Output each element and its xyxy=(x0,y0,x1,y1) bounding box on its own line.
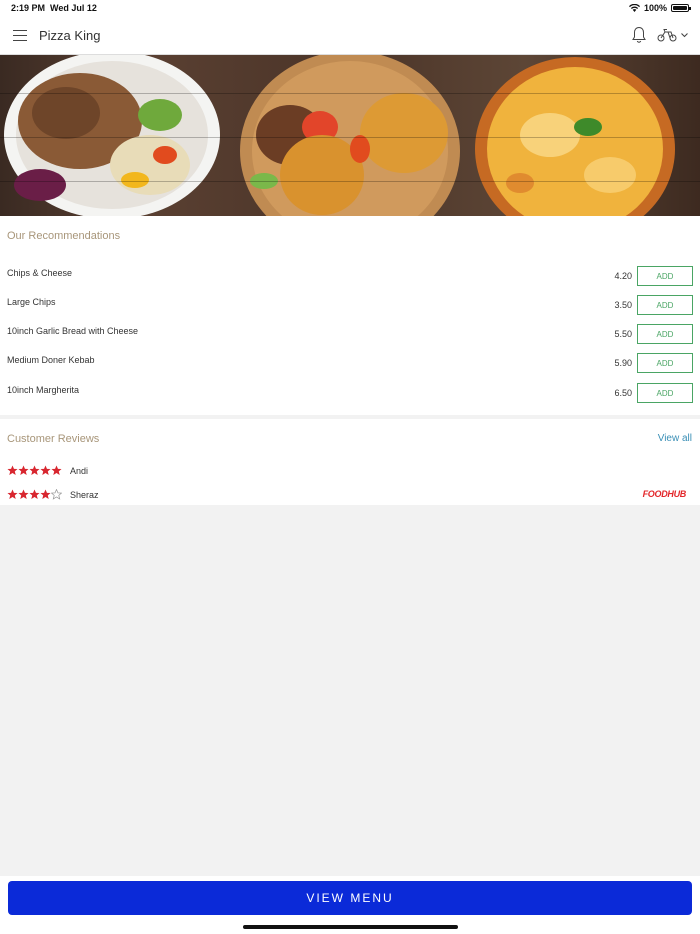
star-filled-icon xyxy=(18,489,29,499)
foodhub-logo: FOODHUB xyxy=(642,489,687,499)
recommendation-item: Medium Doner Kebab 5.90 ADD xyxy=(0,353,700,377)
star-filled-icon xyxy=(7,465,18,475)
review-item: Andi xyxy=(0,465,700,481)
battery-percent: 100% xyxy=(643,3,667,13)
wifi-icon xyxy=(628,4,640,12)
recommendation-item: Chips & Cheese 4.20 ADD xyxy=(0,266,700,290)
star-filled-icon xyxy=(40,489,51,499)
recommendation-item: Large Chips 3.50 ADD xyxy=(0,295,700,319)
status-right: 100% xyxy=(628,3,691,13)
item-name: Large Chips xyxy=(7,297,56,307)
home-indicator xyxy=(243,925,458,929)
star-filled-icon xyxy=(51,465,62,475)
item-price: 5.50 xyxy=(614,329,632,339)
reviewer-name: Andi xyxy=(70,466,89,476)
add-button[interactable]: ADD xyxy=(637,383,693,403)
recommendation-item: 10inch Margherita 6.50 ADD xyxy=(0,383,700,407)
view-menu-button[interactable]: VIEW MENU xyxy=(8,881,692,915)
customer-reviews-section: Customer Reviews View all Andi Sheraz FO… xyxy=(0,419,700,505)
bell-icon[interactable] xyxy=(631,26,647,44)
page-title: Pizza King xyxy=(39,28,101,43)
status-time: 2:19 PM xyxy=(11,3,46,13)
battery-icon xyxy=(671,4,691,12)
recommendations-section: Our Recommendations Chips & Cheese 4.20 … xyxy=(0,216,700,415)
add-button[interactable]: ADD xyxy=(637,266,693,286)
add-button[interactable]: ADD xyxy=(637,353,693,373)
item-price: 6.50 xyxy=(614,388,632,398)
star-filled-icon xyxy=(29,465,40,475)
star-rating xyxy=(7,489,62,500)
star-rating xyxy=(7,465,62,476)
item-price: 3.50 xyxy=(614,300,632,310)
reviewer-name: Sheraz xyxy=(70,490,99,500)
delivery-scooter-icon[interactable] xyxy=(657,28,677,42)
star-filled-icon xyxy=(29,489,40,499)
item-name: 10inch Garlic Bread with Cheese xyxy=(7,326,139,336)
item-name: Medium Doner Kebab xyxy=(7,355,95,365)
item-price: 5.90 xyxy=(614,358,632,368)
food-banner-graphic xyxy=(4,55,675,216)
food-banner-image xyxy=(0,55,700,216)
recommendation-item: 10inch Garlic Bread with Cheese 5.50 ADD xyxy=(0,324,700,348)
star-filled-icon xyxy=(40,465,51,475)
view-all-link[interactable]: View all xyxy=(658,433,692,444)
status-bar: 2:19 PM Wed Jul 12 100% xyxy=(0,0,700,17)
review-item: Sheraz FOODHUB xyxy=(0,489,700,505)
app-header: Pizza King xyxy=(0,17,700,55)
item-name: 10inch Margherita xyxy=(7,385,80,395)
chevron-down-icon[interactable] xyxy=(680,31,689,39)
item-name: Chips & Cheese xyxy=(7,268,73,278)
item-price: 4.20 xyxy=(614,271,632,281)
reviews-title: Customer Reviews xyxy=(7,433,100,445)
status-date: Wed Jul 12 xyxy=(50,3,97,13)
recommendations-title: Our Recommendations xyxy=(7,230,121,242)
add-button[interactable]: ADD xyxy=(637,324,693,344)
menu-icon[interactable] xyxy=(13,30,27,41)
add-button[interactable]: ADD xyxy=(637,295,693,315)
star-filled-icon xyxy=(18,465,29,475)
star-empty-icon xyxy=(51,489,62,500)
star-filled-icon xyxy=(7,489,18,499)
